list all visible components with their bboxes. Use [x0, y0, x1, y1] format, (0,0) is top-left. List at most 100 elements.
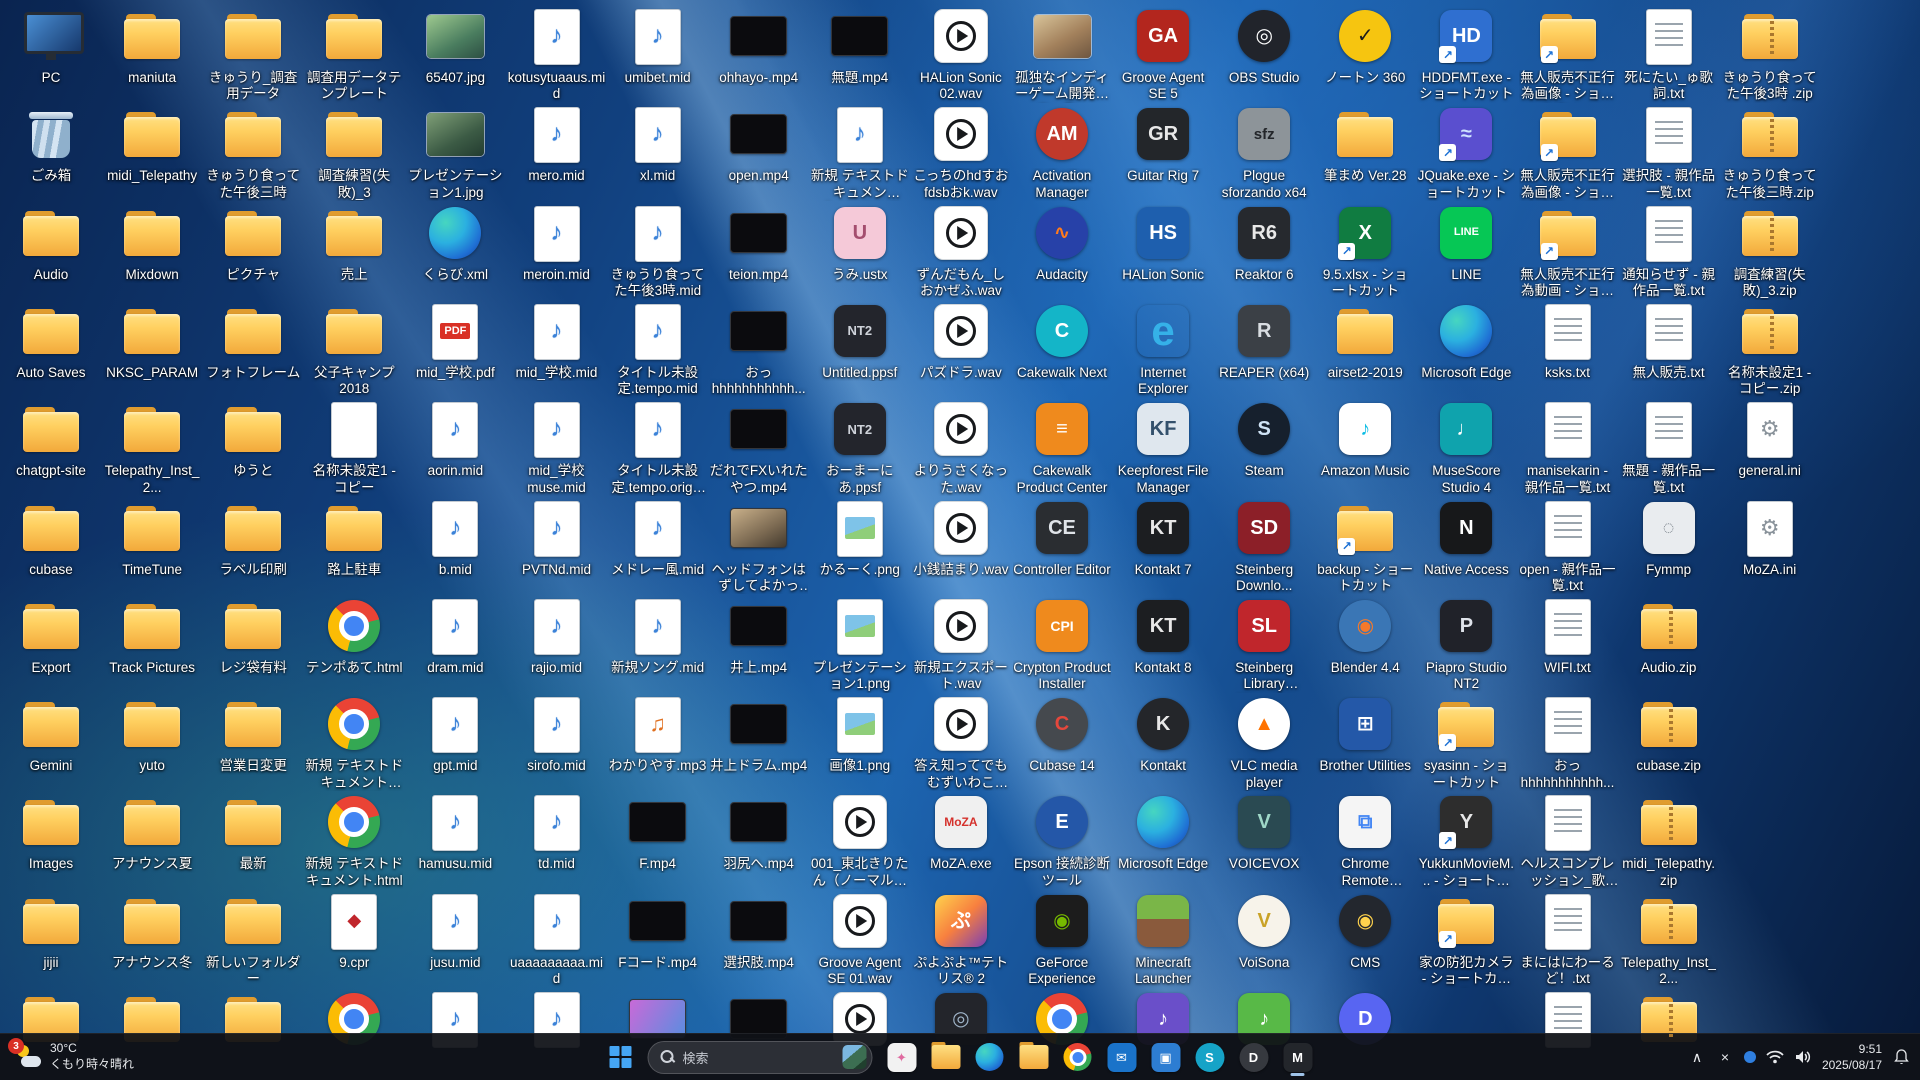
desktop-icon[interactable]: Groove Agent SE 01.wav [811, 891, 909, 988]
desktop-icon[interactable]: F.mp4 [609, 792, 707, 872]
desktop-icon[interactable]: CPICrypton Product Installer [1013, 596, 1111, 693]
desktop-icon[interactable]: ヘッドフォンはずしてよかった.mp4 [710, 498, 808, 595]
desktop-icon[interactable]: Images [2, 792, 100, 872]
desktop-icon[interactable]: 新規 テキストドキュメント.musicxml [811, 104, 909, 201]
desktop-icon[interactable]: パズドラ.wav [912, 301, 1010, 381]
desktop-icon[interactable]: uaaaaaaaaa.mid [508, 891, 606, 988]
taskbar-app-microsoft-edge[interactable] [971, 1037, 1009, 1077]
desktop-icon[interactable]: アナウンス夏 [103, 792, 201, 872]
desktop-icon[interactable]: Uうみ.ustx [811, 203, 909, 283]
desktop-icon[interactable]: general.ini [1721, 399, 1819, 479]
desktop-icon[interactable]: mero.mid [508, 104, 606, 184]
desktop-icon[interactable]: ◉CMS [1316, 891, 1414, 971]
desktop-icon[interactable]: PVTNd.mid [508, 498, 606, 578]
desktop-icon[interactable]: 通知らせず - 親作品一覧.txt [1620, 203, 1718, 300]
desktop-icon[interactable]: 調査用データテンプレート [305, 6, 403, 103]
taskbar-app-pinned-app-figure[interactable]: ✦ [883, 1037, 921, 1077]
desktop-icon[interactable]: Telepathy_Inst_2... [1620, 891, 1718, 988]
desktop-icon[interactable]: PPiapro Studio NT2 [1417, 596, 1515, 693]
desktop-icon[interactable]: X↗9.5.xlsx - ショートカット [1316, 203, 1414, 300]
desktop-icon[interactable]: Microsoft Edge [1417, 301, 1515, 381]
desktop-icon[interactable]: メドレー風.mid [609, 498, 707, 578]
desktop-icon[interactable]: 無人販売.txt [1620, 301, 1718, 381]
desktop-icon[interactable]: jusu.mid [406, 891, 504, 971]
desktop-icon[interactable]: ≡Cakewalk Product Center [1013, 399, 1111, 496]
desktop-icon[interactable]: 無題 - 親作品一覧.txt [1620, 399, 1718, 496]
desktop-icon[interactable]: jijii [2, 891, 100, 971]
desktop-icon[interactable]: ↗無人販売不正行為動画 - ショートカット [1519, 203, 1617, 300]
tray-blue-dot-icon[interactable] [1744, 1051, 1756, 1063]
desktop-icon[interactable]: ↗backup - ショートカット [1316, 498, 1414, 595]
desktop-icon[interactable]: KFKeepforest File Manager [1114, 399, 1212, 496]
desktop-icon[interactable]: teion.mp4 [710, 203, 808, 283]
desktop-icon[interactable]: ⊞Brother Utilities [1316, 694, 1414, 774]
desktop-icon[interactable]: ◌Fymmp [1620, 498, 1718, 578]
desktop-icon[interactable]: アナウンス冬 [103, 891, 201, 971]
desktop-icon[interactable]: ✓ノートン 360 [1316, 6, 1414, 86]
desktop-icon[interactable]: 答え知ってでもむずいわこれ.wav [912, 694, 1010, 791]
desktop-icon[interactable]: R6Reaktor 6 [1215, 203, 1313, 283]
desktop-icon[interactable]: EEpson 接続診断ツール [1013, 792, 1111, 889]
desktop-icon[interactable]: AMActivation Manager [1013, 104, 1111, 201]
desktop-icon[interactable]: ▲VLC media player [1215, 694, 1313, 791]
desktop-icon[interactable]: RREAPER (x64) [1215, 301, 1313, 381]
desktop-icon[interactable]: KTKontakt 8 [1114, 596, 1212, 676]
desktop-icon[interactable]: GRGuitar Rig 7 [1114, 104, 1212, 184]
desktop-icon[interactable]: cubase.zip [1620, 694, 1718, 774]
desktop-icon[interactable]: yuto [103, 694, 201, 774]
taskbar-clock[interactable]: 9:51 2025/08/17 [1822, 1041, 1882, 1073]
desktop-icon[interactable]: 無題.mp4 [811, 6, 909, 86]
desktop-icon[interactable]: LINELINE [1417, 203, 1515, 283]
desktop-icon[interactable]: maniuta [103, 6, 201, 86]
start-button[interactable] [604, 1040, 638, 1074]
desktop-icon[interactable]: ↗家の防犯カメラ - ショートカット [1417, 891, 1515, 988]
taskbar-app-discord[interactable]: D [1235, 1037, 1273, 1077]
desktop-icon[interactable]: 筆まめ Ver.28 [1316, 104, 1414, 184]
desktop-icon[interactable]: manisekarin - 親作品一覧.txt [1519, 399, 1617, 496]
desktop-icon[interactable]: わかりやす.mp3 [609, 694, 707, 774]
desktop-icon[interactable]: mid_学校.pdf [406, 301, 504, 381]
taskbar-app-mail[interactable]: ✉ [1103, 1037, 1141, 1077]
desktop-icon[interactable]: 父子キャンプ2018 [305, 301, 403, 398]
desktop-icon[interactable]: レジ袋有料 [204, 596, 302, 676]
weather-widget[interactable]: 3 30°C くもり時々晴れ [10, 1034, 140, 1080]
desktop-icon[interactable]: GAGroove Agent SE 5 [1114, 6, 1212, 103]
desktop-icon[interactable]: 選択肢.mp4 [710, 891, 808, 971]
desktop-icon[interactable]: フォトフレーム [204, 301, 302, 381]
desktop-icon[interactable]: きゅうり_調査用データ [204, 6, 302, 103]
desktop-icon[interactable]: cubase [2, 498, 100, 578]
desktop-icon[interactable]: ヘルスコンプレッション_歌詞.txt [1519, 792, 1617, 889]
desktop-icon[interactable]: 名称未設定1 - コピー [305, 399, 403, 496]
desktop-icon[interactable]: おっhhhhhhhhhhh... [710, 301, 808, 398]
desktop-icon[interactable]: 新しいフォルダー [204, 891, 302, 988]
desktop-icon[interactable]: Telepathy_Inst_2... [103, 399, 201, 496]
desktop-icon[interactable]: ↗無人販売不正行為画像 - ショートカッ... [1519, 6, 1617, 103]
desktop-icon[interactable]: タイトル未設定.tempo.orig1.mid [609, 399, 707, 496]
desktop-icon[interactable]: きゅうり食ってた午後3時.mid [609, 203, 707, 300]
desktop-icon[interactable]: MoZAMoZA.exe [912, 792, 1010, 872]
desktop-icon[interactable]: 孤独なインディーゲーム開発者の一生... [1013, 6, 1111, 103]
desktop-icon[interactable]: ↗syasinn - ショートカット [1417, 694, 1515, 791]
taskbar-app-microsoft-store[interactable]: ▣ [1147, 1037, 1185, 1077]
desktop-icon[interactable]: VVoiSona [1215, 891, 1313, 971]
volume-icon[interactable] [1794, 1050, 1812, 1064]
taskbar-app-folder-pinned[interactable] [1015, 1037, 1053, 1077]
desktop-icon[interactable]: ゆうと [204, 399, 302, 479]
desktop-icon[interactable]: プレゼンテーション1.jpg [406, 104, 504, 201]
desktop-icon[interactable]: SLSteinberg Library Manager [1215, 596, 1313, 693]
desktop-icon[interactable]: ⧉Chrome Remote Desktop [1316, 792, 1414, 889]
wifi-icon[interactable] [1766, 1050, 1784, 1064]
desktop-icon[interactable]: HD↗HDDFMT.exe - ショートカット [1417, 6, 1515, 103]
desktop-icon[interactable]: 名称未設定1 - コピー.zip [1721, 301, 1819, 398]
desktop-icon[interactable]: NKSC_PARAM [103, 301, 201, 381]
tray-x-icon[interactable]: × [1716, 1049, 1734, 1065]
desktop-icon[interactable]: chatgpt-site [2, 399, 100, 479]
desktop-icon[interactable]: HSHALion Sonic [1114, 203, 1212, 283]
taskbar-search[interactable]: 検索 [648, 1041, 873, 1074]
desktop-icon[interactable]: Mixdown [103, 203, 201, 283]
desktop-icon[interactable]: airset2-2019 [1316, 301, 1414, 381]
taskbar-app-m-app[interactable]: M [1279, 1037, 1317, 1077]
desktop-icon[interactable]: 65407.jpg [406, 6, 504, 86]
desktop-icon[interactable]: よりうさくなった.wav [912, 399, 1010, 496]
desktop-icon[interactable]: NT2Untitled.ppsf [811, 301, 909, 381]
